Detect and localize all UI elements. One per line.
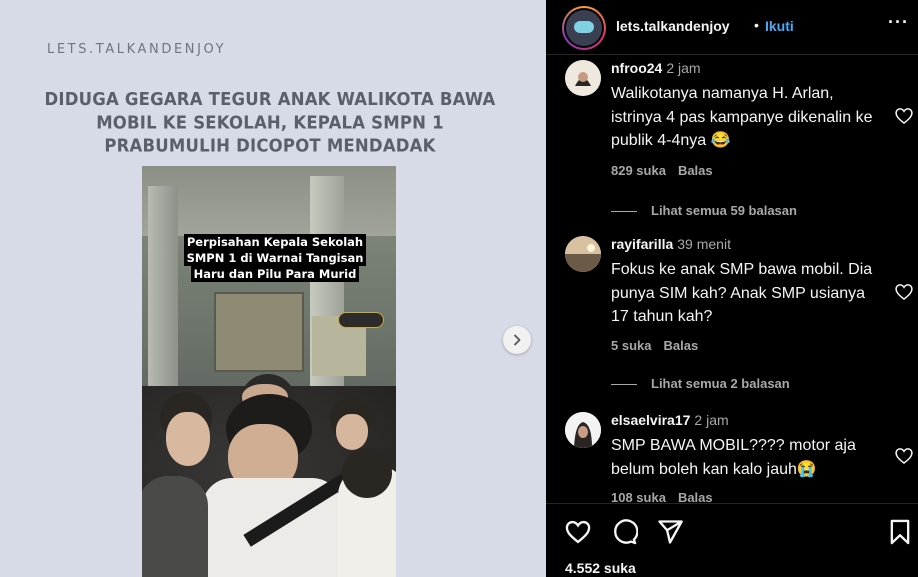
commenter-avatar[interactable] [565, 236, 601, 272]
comment-like-count: 108 suka [611, 490, 666, 503]
more-horizontal-icon: ··· [888, 12, 909, 32]
heart-icon[interactable] [564, 518, 592, 546]
comment-item: rayifarilla 39 menit Fokus ke anak SMP ba… [546, 236, 918, 406]
video-noticeboard [214, 292, 304, 372]
commenter-username[interactable]: rayifarilla [611, 236, 673, 252]
video-ceiling [142, 166, 396, 236]
view-replies-button[interactable]: Lihat semua 59 balasan [611, 203, 797, 218]
commenter-username[interactable]: nfroo24 [611, 60, 662, 76]
comment-text: Fokus ke anak SMP bawa mobil. Dia punya … [611, 261, 873, 325]
person-head [342, 448, 392, 498]
post-header: lets.talkandenjoy • Ikuti ··· [546, 0, 918, 55]
person-shirt [142, 476, 208, 577]
account-avatar[interactable] [562, 6, 606, 50]
comment-meta: 5 suka Balas [611, 338, 710, 353]
comment-header: elsaelvira17 2 jam [611, 412, 729, 428]
comment-meta: 108 suka Balas [611, 490, 725, 503]
comment-list[interactable]: nfroo24 2 jam Walikotanya namanya H. Arla… [546, 56, 918, 503]
separator-dot: • [754, 17, 759, 33]
comment-time: 39 menit [677, 236, 731, 252]
post-headline: DIDUGA GEGARA TEGUR ANAK WALIKOTA BAWA M… [44, 89, 496, 156]
bookmark-icon[interactable] [886, 518, 914, 546]
post-video[interactable]: Perpisahan Kepala Sekolah SMPN 1 di Warn… [142, 166, 396, 577]
user-avatar-icon [565, 60, 601, 96]
comment-item: nfroo24 2 jam Walikotanya namanya H. Arla… [546, 60, 918, 230]
more-options-button[interactable]: ··· [888, 12, 909, 33]
reply-button[interactable]: Balas [663, 338, 698, 353]
comment-icon[interactable] [610, 518, 638, 546]
next-media-button[interactable] [503, 326, 531, 354]
comment-item: elsaelvira17 2 jam SMP BAWA MOBIL???? mot… [546, 412, 918, 503]
video-caption: Perpisahan Kepala Sekolah SMPN 1 di Warn… [182, 234, 368, 282]
user-avatar-icon [565, 236, 601, 272]
reply-button[interactable]: Balas [678, 490, 713, 503]
comment-like-count: 829 suka [611, 163, 666, 178]
comment-meta: 829 suka Balas [611, 163, 725, 178]
comment-text: SMP BAWA MOBIL???? motor aja belum boleh… [611, 437, 856, 478]
view-replies-button[interactable]: Lihat semua 2 balasan [611, 376, 790, 391]
chevron-right-icon [514, 334, 521, 346]
person-face [166, 412, 210, 466]
comments-panel: lets.talkandenjoy • Ikuti ··· nfroo24 2 j… [546, 0, 918, 577]
comment-header: nfroo24 2 jam [611, 60, 701, 76]
user-avatar-icon [565, 412, 601, 448]
commenter-avatar[interactable] [565, 412, 601, 448]
heart-icon[interactable] [894, 282, 914, 302]
heart-icon[interactable] [894, 106, 914, 126]
comment-header: rayifarilla 39 menit [611, 236, 731, 252]
video-sticker [338, 312, 384, 328]
heart-icon[interactable] [894, 446, 914, 466]
comment-text: Walikotanya namanya H. Arlan, istrinya 4… [611, 85, 873, 149]
commenter-avatar[interactable] [565, 60, 601, 96]
reply-button[interactable]: Balas [678, 163, 713, 178]
person-face [336, 414, 368, 450]
account-username[interactable]: lets.talkandenjoy [616, 18, 730, 34]
brand-watermark: LETS.TALKANDENJOY [47, 42, 227, 57]
commenter-username[interactable]: elsaelvira17 [611, 412, 690, 428]
send-icon[interactable] [656, 518, 684, 546]
comment-time: 2 jam [694, 412, 729, 428]
action-bar: 4.552 suka [546, 503, 918, 577]
post-media: LETS.TALKANDENJOY DIDUGA GEGARA TEGUR AN… [0, 0, 546, 577]
comment-time: 2 jam [666, 60, 701, 76]
follow-button[interactable]: Ikuti [765, 18, 794, 34]
comment-like-count: 5 suka [611, 338, 652, 353]
post-like-count[interactable]: 4.552 suka [565, 560, 636, 576]
